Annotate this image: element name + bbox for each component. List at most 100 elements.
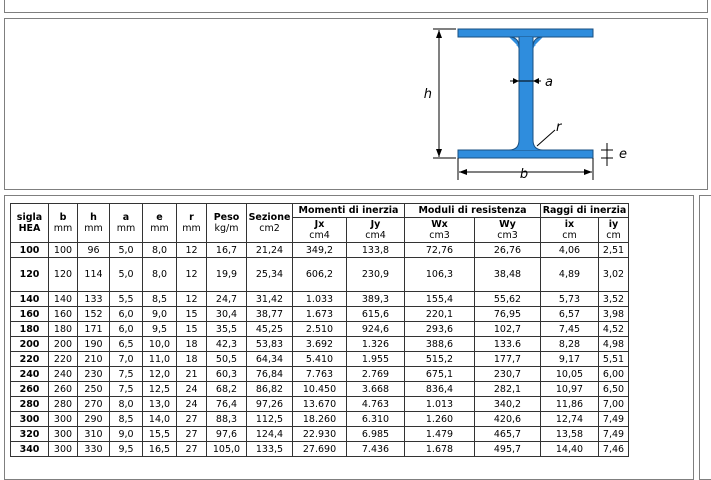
table-cell: 924,6 bbox=[346, 321, 405, 337]
table-cell: 76,95 bbox=[474, 306, 541, 322]
col-a-header: a mm bbox=[109, 203, 143, 243]
table-cell: 3,52 bbox=[598, 291, 629, 307]
table-cell: 6.310 bbox=[346, 411, 405, 427]
col-peso-header: Peso kg/m bbox=[206, 203, 247, 243]
table-cell: 4,89 bbox=[540, 257, 599, 292]
table-cell: 330 bbox=[77, 441, 110, 457]
table-cell: 300 bbox=[48, 441, 78, 457]
table-cell: 38,48 bbox=[474, 257, 541, 292]
table-cell: 14,0 bbox=[142, 411, 177, 427]
table-cell: 18.260 bbox=[292, 411, 347, 427]
table-cell: 155,4 bbox=[404, 291, 475, 307]
web-outline-left bbox=[508, 37, 520, 151]
table-cell: 270 bbox=[77, 396, 110, 412]
table-cell: 5,73 bbox=[540, 291, 599, 307]
table-cell: 27 bbox=[176, 426, 207, 442]
table-row: 100 100 96 5,0 8,0 12 16,7 21,24 349,2 133,8 72,76… bbox=[10, 242, 629, 258]
table-cell: 8,0 bbox=[142, 242, 177, 258]
table-cell: 7,5 bbox=[109, 381, 143, 397]
table-cell: 310 bbox=[77, 426, 110, 442]
table-cell: 8,28 bbox=[540, 336, 599, 352]
col-sezione-header: Sezione cm2 bbox=[246, 203, 293, 243]
col-jy-header: Jy cm4 bbox=[346, 217, 405, 243]
top-flange bbox=[457, 28, 594, 38]
base-arrow-right bbox=[584, 169, 592, 175]
web-fillet-top-right bbox=[532, 36, 544, 48]
col-h-header: h mm bbox=[77, 203, 110, 243]
i-beam-profile-diagram: h a r e b bbox=[424, 28, 627, 182]
table-cell: 836,4 bbox=[404, 381, 475, 397]
table-cell: 9,5 bbox=[142, 321, 177, 337]
table-cell: 97,26 bbox=[246, 396, 293, 412]
profile-designation-cell: 320 bbox=[10, 426, 49, 442]
profile-designation-cell: 240 bbox=[10, 366, 49, 382]
table-cell: 13.670 bbox=[292, 396, 347, 412]
table-cell: 7.436 bbox=[346, 441, 405, 457]
table-row: 240 240 230 7,5 12,0 21 60,3 76,84 7.763 2.769 675… bbox=[10, 366, 629, 382]
table-cell: 86,82 bbox=[246, 381, 293, 397]
table-cell: 21,24 bbox=[246, 242, 293, 258]
table-cell: 24 bbox=[176, 396, 207, 412]
table-cell: 6,0 bbox=[109, 321, 143, 337]
height-arrow-top bbox=[436, 30, 442, 38]
table-cell: 5.410 bbox=[292, 351, 347, 367]
table-cell: 35,5 bbox=[206, 321, 247, 337]
profile-designation-cell: 340 bbox=[10, 441, 49, 457]
table-cell: 133,5 bbox=[246, 441, 293, 457]
table-row: 220 220 210 7,0 11,0 18 50,5 64,34 5.410 1.955 515… bbox=[10, 351, 629, 367]
web-outline-right bbox=[532, 37, 544, 151]
web-label: a bbox=[545, 75, 553, 90]
table-cell: 290 bbox=[77, 411, 110, 427]
table-cell: 3.668 bbox=[346, 381, 405, 397]
table-cell: 300 bbox=[48, 411, 78, 427]
table-cell: 5,5 bbox=[109, 291, 143, 307]
table-cell: 6,50 bbox=[598, 381, 629, 397]
table-cell: 4.763 bbox=[346, 396, 405, 412]
group-momenti-header: Momenti di inerzia bbox=[292, 203, 405, 218]
table-row: 260 260 250 7,5 12,5 24 68,2 86,82 10.450 3.668 83… bbox=[10, 381, 629, 397]
table-cell: 27.690 bbox=[292, 441, 347, 457]
table-cell: 7,49 bbox=[598, 411, 629, 427]
table-cell: 10.450 bbox=[292, 381, 347, 397]
table-cell: 4,06 bbox=[540, 242, 599, 258]
table-cell: 9,5 bbox=[109, 441, 143, 457]
profile-designation-cell: 140 bbox=[10, 291, 49, 307]
table-cell: 102,7 bbox=[474, 321, 541, 337]
table-cell: 1.260 bbox=[404, 411, 475, 427]
table-cell: 7,49 bbox=[598, 426, 629, 442]
table-cell: 9,0 bbox=[109, 426, 143, 442]
height-arrow-bottom bbox=[436, 149, 442, 157]
table-cell: 230 bbox=[77, 366, 110, 382]
table-cell: 12 bbox=[176, 257, 207, 292]
table-cell: 140 bbox=[48, 291, 78, 307]
col-sigla-header: sigla HEA bbox=[10, 203, 49, 243]
table-cell: 26,76 bbox=[474, 242, 541, 258]
table-row: 120 120 114 5,0 8,0 12 19,9 25,34 606,2 230,9 106,… bbox=[10, 257, 629, 292]
table-cell: 152 bbox=[77, 306, 110, 322]
table-cell: 3.692 bbox=[292, 336, 347, 352]
profile-designation-cell: 120 bbox=[10, 257, 49, 292]
col-jx-header: Jx cm4 bbox=[292, 217, 347, 243]
table-cell: 2,51 bbox=[598, 242, 629, 258]
table-cell: 31,42 bbox=[246, 291, 293, 307]
profile-designation-cell: 260 bbox=[10, 381, 49, 397]
table-cell: 7,5 bbox=[109, 366, 143, 382]
table-cell: 27 bbox=[176, 441, 207, 457]
table-cell: 495,7 bbox=[474, 441, 541, 457]
table-cell: 7.763 bbox=[292, 366, 347, 382]
table-cell: 18 bbox=[176, 336, 207, 352]
table-cell: 60,3 bbox=[206, 366, 247, 382]
table-cell: 1.013 bbox=[404, 396, 475, 412]
web-body bbox=[519, 37, 533, 150]
table-cell: 15,5 bbox=[142, 426, 177, 442]
profile-designation-cell: 100 bbox=[10, 242, 49, 258]
table-cell: 8,0 bbox=[142, 257, 177, 292]
table-cell: 24,7 bbox=[206, 291, 247, 307]
table-cell: 22.930 bbox=[292, 426, 347, 442]
profile-designation-cell: 200 bbox=[10, 336, 49, 352]
table-cell: 7,46 bbox=[598, 441, 629, 457]
table-cell: 12,5 bbox=[142, 381, 177, 397]
table-cell: 100 bbox=[48, 242, 78, 258]
table-cell: 293,6 bbox=[404, 321, 475, 337]
table-cell: 220,1 bbox=[404, 306, 475, 322]
